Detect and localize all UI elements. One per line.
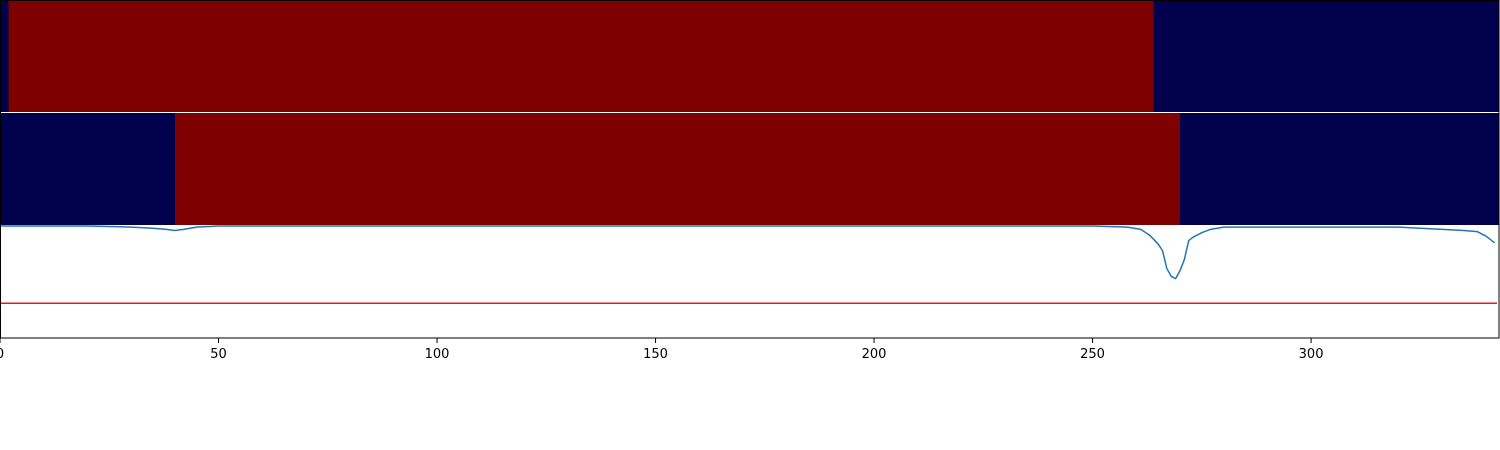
x-tick-label-250: 250 — [1080, 347, 1105, 362]
series-line — [0, 225, 1496, 280]
x-axis: 0 50 100 150 200 250 300 — [0, 338, 1323, 362]
x-tick-label-200: 200 — [862, 347, 887, 362]
x-tick-label-150: 150 — [643, 347, 668, 362]
track-1-segment-3 — [1153, 0, 1499, 112]
chart: 0 50 100 150 200 250 300 — [0, 0, 1500, 450]
track-1-segment-1 — [0, 0, 9, 112]
track-1-segment-2 — [8, 0, 1154, 112]
track-2-segment-1 — [0, 113, 175, 225]
x-tick-label-50: 50 — [210, 347, 227, 362]
chart-svg: 0 50 100 150 200 250 300 — [0, 0, 1500, 362]
x-tick-label-0: 0 — [0, 347, 4, 362]
heatmap-tracks — [0, 0, 1499, 225]
x-tick-label-100: 100 — [425, 347, 450, 362]
x-tick-label-300: 300 — [1299, 347, 1324, 362]
track-2-segment-2 — [174, 113, 1180, 225]
track-2-segment-3 — [1179, 113, 1499, 225]
